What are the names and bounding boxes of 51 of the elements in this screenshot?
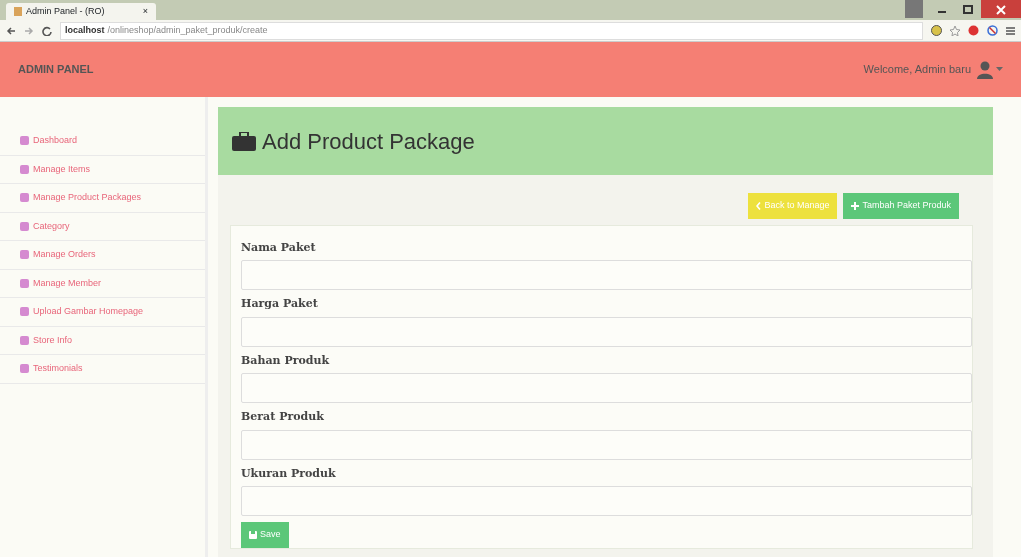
briefcase-icon: [232, 131, 256, 151]
save-button[interactable]: Save: [241, 522, 289, 548]
forward-icon[interactable]: [24, 25, 34, 36]
menu-item-icon: [20, 335, 29, 345]
menu-item-icon: [20, 250, 29, 260]
input-field[interactable]: [241, 260, 972, 290]
add-button[interactable]: Tambah Paket Produk: [843, 193, 959, 219]
welcome-text: Welcome, Admin baru: [863, 62, 971, 78]
menu-item-icon: [20, 193, 29, 203]
brand-title: ADMIN PANEL: [18, 62, 94, 78]
sidebar-item[interactable]: Category: [0, 212, 205, 241]
menu-item-icon: [20, 278, 29, 288]
tab-title: Admin Panel - (RO): [26, 4, 105, 18]
menu-icon[interactable]: [1006, 25, 1015, 36]
field-label: Nama Paket: [241, 239, 317, 256]
sidebar-item[interactable]: Manage Orders: [0, 241, 205, 270]
field-label: Bahan Produk: [241, 352, 331, 369]
back-icon[interactable]: [6, 25, 16, 36]
extension-icon[interactable]: [931, 25, 942, 36]
reload-icon[interactable]: [42, 25, 52, 36]
sidebar-item[interactable]: Manage Items: [0, 155, 205, 184]
caret-icon[interactable]: [996, 67, 1003, 72]
sidebar-item[interactable]: Store Info: [0, 326, 205, 355]
menu-item-icon: [20, 136, 29, 146]
plus-icon: [851, 201, 860, 210]
sidebar-item[interactable]: Testimonials: [0, 355, 205, 384]
page-icon: [14, 7, 22, 16]
extension-icon[interactable]: [968, 25, 979, 36]
sidebar-item[interactable]: Manage Product Packages: [0, 184, 205, 213]
menu-item-icon: [20, 307, 29, 317]
menu-item-icon: [20, 364, 29, 374]
address-bar[interactable]: localhost /onlineshop/admin_paket_produk/create: [60, 21, 923, 40]
input-field[interactable]: [241, 486, 972, 516]
menu-item-icon: [20, 221, 29, 231]
sidebar-item[interactable]: Manage Member: [0, 269, 205, 298]
block-icon[interactable]: [987, 25, 998, 36]
chevron-left-icon: [756, 201, 762, 210]
browser-tab[interactable]: Admin Panel - (RO) ×: [6, 3, 156, 20]
field-label: Ukuran Produk: [241, 465, 337, 482]
close-icon[interactable]: [981, 0, 1021, 18]
star-icon[interactable]: [950, 25, 960, 36]
menu-item-icon: [20, 164, 29, 174]
field-label: Harga Paket: [241, 296, 319, 312]
close-icon[interactable]: ×: [142, 4, 148, 19]
input-field[interactable]: [241, 429, 972, 460]
input-field[interactable]: [241, 316, 972, 347]
field-label: Berat Produk: [241, 409, 325, 425]
sidebar-item[interactable]: Upload Gambar Homepage: [0, 298, 205, 327]
input-field[interactable]: [241, 373, 972, 403]
sidebar-item[interactable]: Dashboard: [0, 127, 205, 156]
page-title: Add Product Package: [262, 127, 475, 156]
